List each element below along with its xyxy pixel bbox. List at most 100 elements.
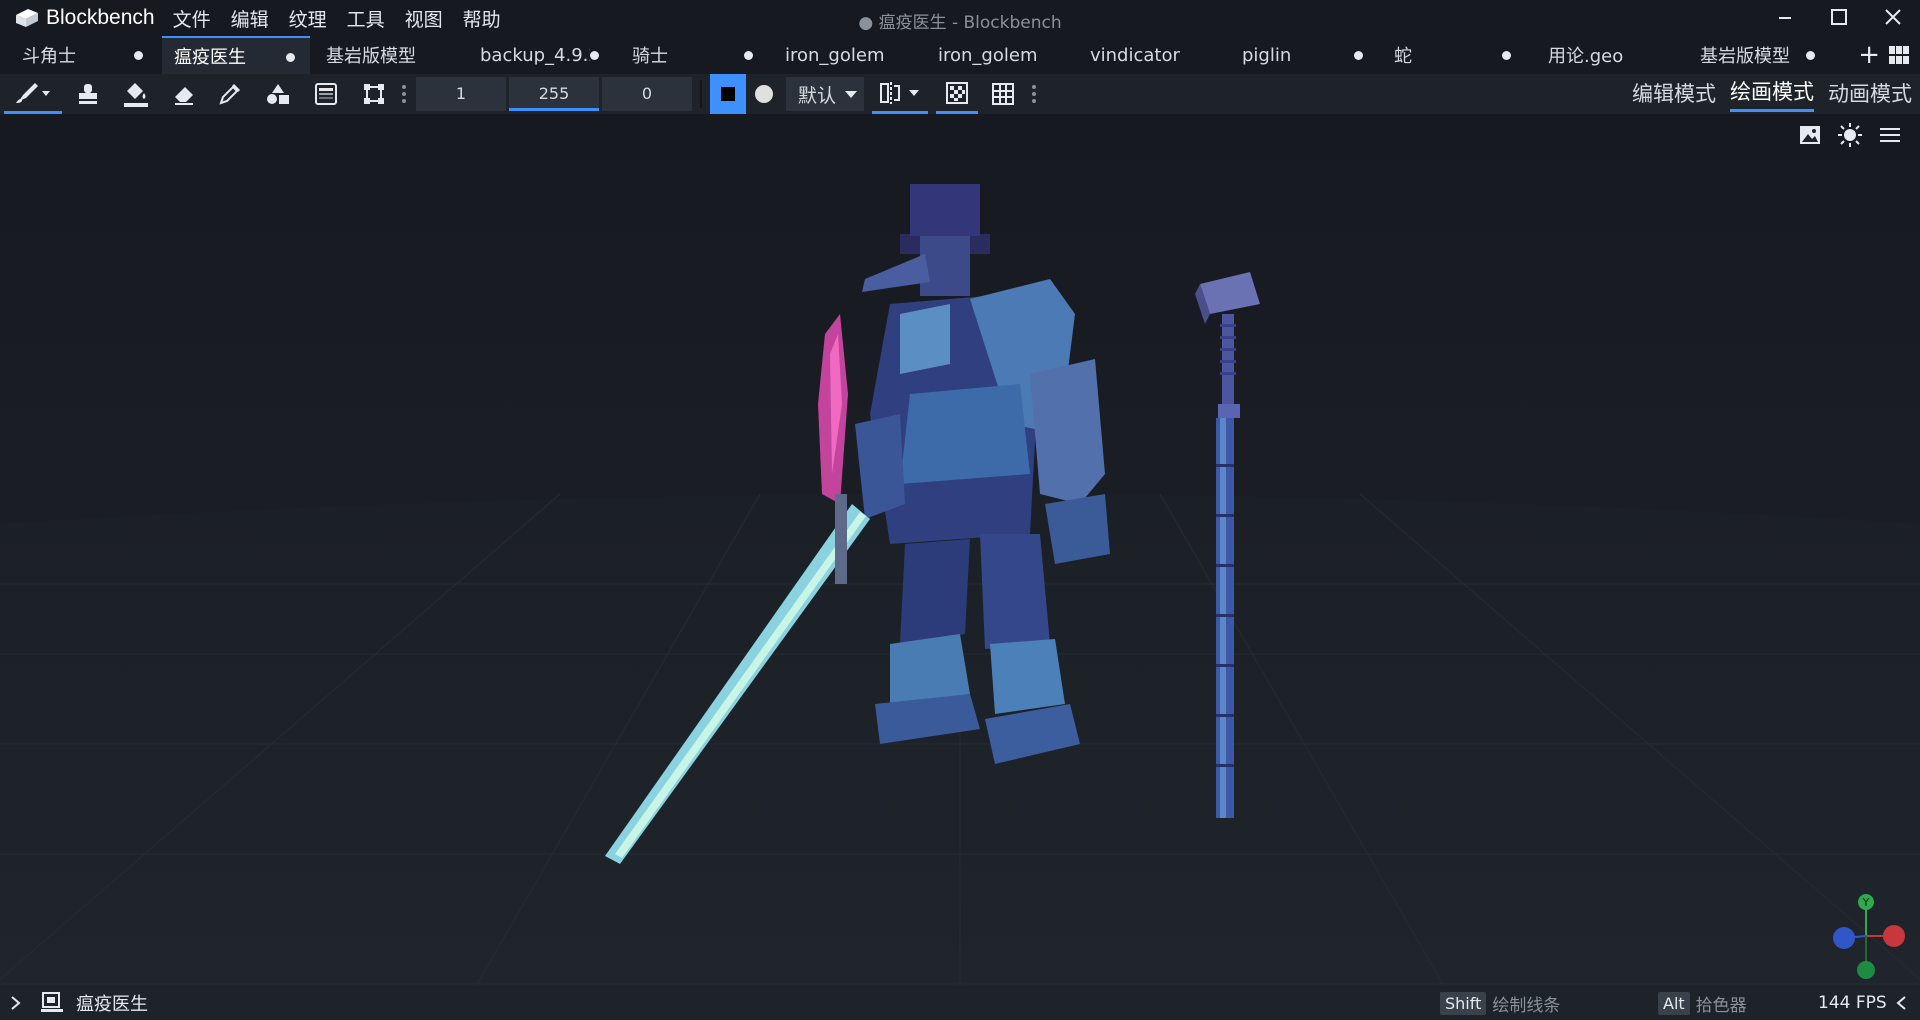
- toolbar-overflow-handle-2[interactable]: [1026, 74, 1042, 114]
- tab-label: iron_golem: [785, 44, 885, 66]
- tab-bar: 斗角士 瘟疫医生 基岩版模型 backup_4.9.2 骑士 iron_gole…: [0, 36, 1920, 74]
- paint-bucket-icon: [124, 83, 148, 107]
- tab-knight[interactable]: 骑士: [616, 36, 762, 74]
- maximize-button[interactable]: [1812, 0, 1866, 34]
- stamp-tool[interactable]: [68, 74, 108, 114]
- brush-softness-input[interactable]: 0: [602, 77, 692, 111]
- blockbench-logo-icon: [16, 9, 38, 27]
- background-image-button[interactable]: [1790, 118, 1830, 152]
- axis-gizmo[interactable]: Y: [1826, 890, 1906, 980]
- grid-icon: [992, 83, 1014, 105]
- menu-tools[interactable]: 工具: [347, 5, 385, 32]
- shape-tool[interactable]: [258, 74, 298, 114]
- blend-mode-select[interactable]: 默认: [786, 77, 864, 111]
- tab-grid-icon: [1889, 46, 1909, 64]
- tab-label: backup_4.9.2: [480, 44, 590, 66]
- tab-overview-button[interactable]: [1888, 45, 1910, 69]
- tab-iron-golem-1[interactable]: iron_golem: [770, 36, 910, 74]
- fill-tool[interactable]: [116, 74, 156, 114]
- round-brush-icon: [755, 85, 773, 103]
- status-bar: 瘟疫医生 Shift 绘制线条 Alt 拾色器 144 FPS: [0, 986, 1920, 1020]
- lighting-button[interactable]: [1830, 118, 1870, 152]
- unsaved-dot-icon: [1354, 51, 1363, 60]
- viewport-menu-button[interactable]: [1870, 118, 1910, 152]
- tab-label: 瘟疫医生: [174, 47, 246, 68]
- color-picker-hint: 拾色器: [1695, 995, 1747, 1016]
- chevron-left-icon[interactable]: [1896, 995, 1908, 1011]
- sun-icon: [1838, 123, 1862, 147]
- title-bar: Blockbench 文件 编辑 纹理 工具 视图 帮助 ● 瘟疫医生 - Bl…: [0, 0, 1920, 36]
- paint-toolbar: 1 255 0 默认 编辑模式 绘画模式 动画模式: [0, 74, 1920, 114]
- minimize-button[interactable]: [1758, 0, 1812, 34]
- mode-animate[interactable]: 动画模式: [1828, 78, 1912, 111]
- tab-doujiaoshi[interactable]: 斗角士: [0, 36, 156, 74]
- image-icon: [1800, 126, 1820, 144]
- new-tab-plus-icon[interactable]: +: [1858, 40, 1880, 70]
- stamp-icon: [79, 84, 97, 104]
- tab-label: iron_golem: [938, 44, 1038, 66]
- eyedropper-icon: [219, 83, 241, 105]
- mode-edit[interactable]: 编辑模式: [1632, 78, 1716, 111]
- menu-texture[interactable]: 纹理: [289, 5, 327, 32]
- shift-key-badge: Shift: [1440, 991, 1487, 1015]
- shortcut-hint-line: Shift 绘制线条: [1440, 991, 1560, 1016]
- tab-bedrock-model-2[interactable]: 基岩版模型: [1690, 36, 1820, 74]
- model-file-icon: [41, 992, 63, 1012]
- close-icon: [1885, 9, 1901, 25]
- primary-color-swatch[interactable]: [710, 74, 746, 114]
- tab-bedrock-model-1[interactable]: 基岩版模型: [318, 36, 466, 74]
- model-name: 瘟疫医生: [76, 994, 148, 1015]
- draw-line-hint: 绘制线条: [1492, 995, 1561, 1016]
- shortcut-hint-picker: Alt 拾色器: [1658, 991, 1747, 1016]
- svg-text:Y: Y: [1862, 896, 1870, 909]
- chevron-down-icon: [845, 91, 858, 98]
- transform-tool[interactable]: [354, 74, 394, 114]
- close-button[interactable]: [1866, 0, 1920, 34]
- tab-snake[interactable]: 蛇: [1380, 36, 1520, 74]
- chevron-right-icon[interactable]: [10, 995, 22, 1011]
- gradient-tool[interactable]: [306, 74, 346, 114]
- tab-piglin[interactable]: piglin: [1220, 36, 1370, 74]
- tab-label: 基岩版模型: [326, 46, 416, 67]
- color-picker-tool[interactable]: [210, 74, 250, 114]
- unsaved-dot-icon: [134, 51, 143, 60]
- unsaved-dot-icon: [1806, 51, 1815, 60]
- tab-label: 骑士: [632, 46, 668, 67]
- brush-tool[interactable]: [4, 74, 62, 114]
- secondary-color-swatch[interactable]: [746, 74, 782, 114]
- mirror-icon: [880, 81, 919, 104]
- tab-iron-golem-2[interactable]: iron_golem: [920, 36, 1060, 74]
- 3d-viewport[interactable]: Y: [0, 114, 1920, 986]
- brush-icon: [16, 82, 50, 103]
- brush-size-input[interactable]: 1: [416, 77, 506, 111]
- fps-counter: 144 FPS: [1818, 993, 1887, 1013]
- staff-model[interactable]: [1190, 264, 1270, 824]
- tab-vindicator[interactable]: vindicator: [1070, 36, 1210, 74]
- tab-plague-doctor[interactable]: 瘟疫医生: [162, 36, 310, 74]
- mode-switcher: 编辑模式 绘画模式 动画模式: [1618, 74, 1912, 114]
- unsaved-dot-icon: [286, 53, 295, 62]
- minimize-icon: [1779, 17, 1791, 19]
- square-brush-icon: [721, 87, 735, 101]
- eraser-icon: [175, 87, 193, 105]
- mode-paint[interactable]: 绘画模式: [1730, 76, 1814, 112]
- window-controls: [1758, 0, 1920, 34]
- mirror-paint-toggle[interactable]: [872, 74, 928, 114]
- menu-view[interactable]: 视图: [405, 5, 443, 32]
- eraser-tool[interactable]: [164, 74, 204, 114]
- menu-file[interactable]: 文件: [173, 5, 211, 32]
- lock-alpha-toggle[interactable]: [936, 74, 978, 114]
- vertical-dots-icon: [1032, 85, 1036, 103]
- checker-alpha-icon: [946, 81, 968, 104]
- toolbar-overflow-handle[interactable]: [396, 74, 412, 114]
- alt-key-badge: Alt: [1658, 991, 1690, 1015]
- menu-help[interactable]: 帮助: [463, 5, 501, 32]
- pixel-grid-toggle[interactable]: [983, 74, 1023, 114]
- tab-backup[interactable]: backup_4.9.2: [472, 36, 608, 74]
- tab-label: 用论.geo: [1548, 46, 1624, 67]
- vertical-dots-icon: [402, 85, 406, 103]
- tab-yonglun-geo[interactable]: 用论.geo: [1530, 36, 1670, 74]
- menu-edit[interactable]: 编辑: [231, 5, 269, 32]
- brush-opacity-input[interactable]: 255: [509, 77, 599, 111]
- tab-label: piglin: [1242, 44, 1292, 66]
